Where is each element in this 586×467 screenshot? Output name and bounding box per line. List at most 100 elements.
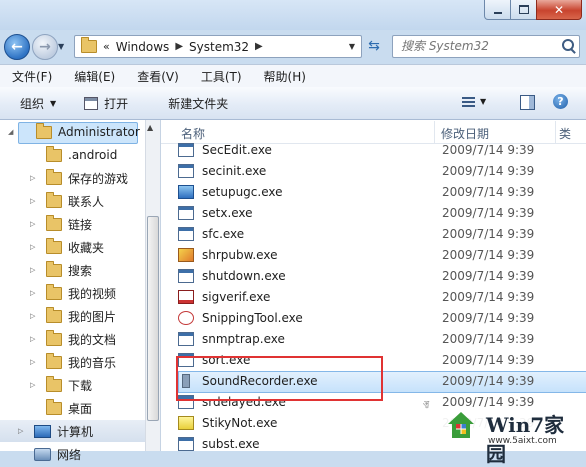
scroll-up-arrow-icon[interactable]: ▲ bbox=[147, 123, 153, 132]
nav-item[interactable]: ▷ 我的视频 bbox=[0, 282, 145, 304]
nav-label: Administrator bbox=[58, 125, 140, 139]
open-label: 打开 bbox=[104, 96, 129, 111]
nav-item[interactable]: ▷ 我的图片 bbox=[0, 305, 145, 327]
views-dropdown-icon[interactable]: ▼ bbox=[480, 97, 486, 106]
help-icon[interactable]: ? bbox=[553, 94, 568, 109]
tooltip-marker: ॷ bbox=[423, 399, 430, 408]
address-bar[interactable]: « Windows ▶ System32 ▶ ▼ bbox=[74, 35, 362, 58]
breadcrumb-overflow[interactable]: « bbox=[103, 40, 110, 53]
command-bar: 组织 ▼ 打开 新建文件夹 bbox=[0, 87, 586, 120]
expand-arrow-icon[interactable]: ▷ bbox=[30, 243, 35, 251]
file-modified-date: 2009/7/14 9:39 bbox=[442, 331, 535, 346]
nav-item[interactable]: 桌面 bbox=[0, 397, 145, 419]
file-name: setupugc.exe bbox=[202, 184, 283, 199]
file-row[interactable]: secinit.exe 2009/7/14 9:39 bbox=[170, 160, 586, 181]
expand-arrow-icon[interactable]: ▷ bbox=[30, 381, 35, 389]
maximize-button[interactable] bbox=[510, 0, 537, 20]
file-row[interactable]: sfc.exe 2009/7/14 9:39 bbox=[170, 223, 586, 244]
file-name: setx.exe bbox=[202, 205, 253, 220]
expand-arrow-icon[interactable]: ▷ bbox=[30, 358, 35, 366]
check-icon bbox=[178, 289, 194, 304]
breadcrumb-windows[interactable]: Windows bbox=[116, 40, 170, 54]
expand-arrow-icon[interactable]: ▷ bbox=[30, 174, 35, 182]
expand-arrow-icon[interactable]: ▷ bbox=[18, 427, 23, 435]
search-icon[interactable] bbox=[562, 39, 574, 51]
file-modified-date: 2009/7/14 9:39 bbox=[442, 205, 535, 220]
minimize-button[interactable] bbox=[484, 0, 511, 20]
maximize-icon bbox=[518, 5, 529, 14]
file-row[interactable]: shrpubw.exe 2009/7/14 9:39 bbox=[170, 244, 586, 265]
file-row[interactable]: sigverif.exe 2009/7/14 9:39 bbox=[170, 286, 586, 307]
nav-item-network[interactable]: 网络 bbox=[0, 443, 145, 465]
collapse-arrow-icon[interactable]: ◢ bbox=[8, 128, 13, 136]
breadcrumb-system32[interactable]: System32 bbox=[189, 40, 249, 54]
menu-tools[interactable]: 工具(T) bbox=[201, 68, 242, 85]
file-row[interactable]: shutdown.exe 2009/7/14 9:39 bbox=[170, 265, 586, 286]
folder-icon bbox=[46, 145, 62, 162]
folder-icon bbox=[46, 352, 62, 369]
expand-arrow-icon[interactable]: ▷ bbox=[30, 289, 35, 297]
search-box[interactable] bbox=[392, 35, 580, 58]
menu-edit[interactable]: 编辑(E) bbox=[74, 68, 115, 85]
address-dropdown-icon[interactable]: ▼ bbox=[349, 42, 355, 51]
nav-item-computer[interactable]: ▷ 计算机 bbox=[0, 420, 145, 442]
file-row[interactable]: SnippingTool.exe 2009/7/14 9:39 bbox=[170, 307, 586, 328]
folder-icon bbox=[46, 306, 62, 323]
nav-item[interactable]: ▷ 我的文档 bbox=[0, 328, 145, 350]
nav-label: 我的文档 bbox=[68, 332, 117, 347]
nav-label: 我的图片 bbox=[68, 309, 117, 324]
preview-pane-icon[interactable] bbox=[520, 95, 535, 110]
search-input[interactable] bbox=[399, 38, 553, 54]
views-icon[interactable] bbox=[462, 97, 475, 107]
expand-arrow-icon[interactable]: ▷ bbox=[30, 197, 35, 205]
nav-item[interactable]: ▷ 链接 bbox=[0, 213, 145, 235]
expand-arrow-icon[interactable]: ▷ bbox=[30, 312, 35, 320]
expand-arrow-icon[interactable]: ▷ bbox=[30, 335, 35, 343]
folder-icon bbox=[46, 168, 62, 185]
nav-item[interactable]: ▷ 收藏夹 bbox=[0, 236, 145, 258]
refresh-button[interactable]: ⇆ bbox=[362, 35, 386, 56]
expand-arrow-icon[interactable]: ▷ bbox=[30, 266, 35, 274]
close-button[interactable]: ✕ bbox=[536, 0, 582, 20]
share-icon bbox=[178, 247, 194, 262]
file-modified-date: 2009/7/14 9:39 bbox=[442, 247, 535, 262]
recent-pages-dropdown[interactable]: ▼ bbox=[58, 42, 64, 51]
file-name: subst.exe bbox=[202, 436, 260, 451]
folder-icon bbox=[46, 214, 62, 231]
breadcrumb-separator[interactable]: ▶ bbox=[255, 41, 263, 52]
menu-help[interactable]: 帮助(H) bbox=[264, 68, 306, 85]
forward-arrow-icon: → bbox=[39, 39, 51, 55]
folder-icon bbox=[46, 283, 62, 300]
new-folder-button[interactable]: 新建文件夹 bbox=[168, 95, 228, 112]
file-row[interactable]: setx.exe 2009/7/14 9:39 bbox=[170, 202, 586, 223]
nav-item[interactable]: ▷ 我的音乐 bbox=[0, 351, 145, 373]
open-button[interactable]: 打开 bbox=[84, 95, 128, 112]
file-modified-date: 2009/7/14 9:39 bbox=[442, 163, 535, 178]
nav-item[interactable]: ▷ 搜索 bbox=[0, 259, 145, 281]
breadcrumb-separator[interactable]: ▶ bbox=[175, 41, 183, 52]
forward-button[interactable]: → bbox=[32, 34, 58, 60]
organize-button[interactable]: 组织 ▼ bbox=[20, 95, 56, 112]
exe-icon bbox=[178, 142, 194, 157]
note-icon bbox=[178, 415, 194, 430]
nav-item[interactable]: ▷ 下载 bbox=[0, 374, 145, 396]
exe-icon bbox=[178, 268, 194, 283]
folder-icon bbox=[46, 398, 62, 415]
file-row[interactable]: snmptrap.exe 2009/7/14 9:39 bbox=[170, 328, 586, 349]
nav-item[interactable]: .android bbox=[0, 144, 145, 166]
watermark-logo: Win7家园 www.5aixt.com bbox=[438, 407, 584, 466]
file-modified-date: 2009/7/14 9:39 bbox=[442, 226, 535, 241]
back-button[interactable]: ← bbox=[4, 34, 30, 60]
file-row[interactable]: SecEdit.exe 2009/7/14 9:39 bbox=[170, 139, 586, 160]
file-row[interactable]: setupugc.exe 2009/7/14 9:39 bbox=[170, 181, 586, 202]
nav-label: 联系人 bbox=[68, 194, 105, 209]
menu-view[interactable]: 查看(V) bbox=[137, 68, 179, 85]
network-icon bbox=[34, 447, 51, 461]
nav-item[interactable]: ▷ 联系人 bbox=[0, 190, 145, 212]
file-modified-date: 2009/7/14 9:39 bbox=[442, 184, 535, 199]
nav-item[interactable]: ▷ 保存的游戏 bbox=[0, 167, 145, 189]
nav-scrollbar-thumb[interactable] bbox=[147, 216, 159, 421]
nav-item-administrator[interactable]: ◢ Administrator bbox=[0, 121, 145, 143]
expand-arrow-icon[interactable]: ▷ bbox=[30, 220, 35, 228]
menu-file[interactable]: 文件(F) bbox=[12, 68, 52, 85]
